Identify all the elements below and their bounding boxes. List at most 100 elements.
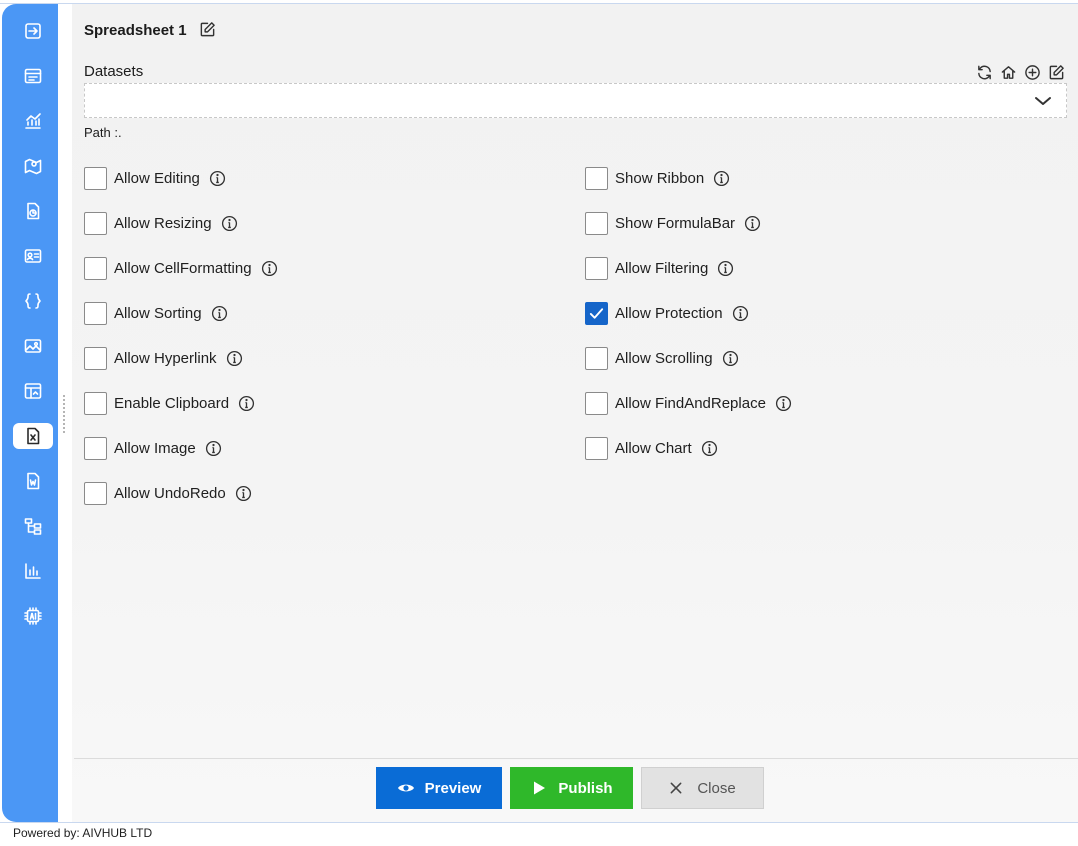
allow-chart-checkbox[interactable] — [585, 436, 608, 460]
allow-cellformatting-checkbox[interactable] — [84, 256, 107, 280]
image-icon[interactable] — [13, 333, 53, 359]
info-icon[interactable] — [744, 215, 761, 232]
info-icon[interactable] — [211, 305, 228, 322]
option-enable-clipboard: Enable Clipboard — [84, 390, 255, 416]
map-icon[interactable] — [13, 153, 53, 179]
allow-image-label[interactable]: Allow Image — [114, 440, 196, 457]
option-allow-scrolling: Allow Scrolling — [585, 345, 739, 371]
allow-sorting-checkbox[interactable] — [84, 301, 107, 325]
powered-by: Powered by: AIVHUB LTD — [13, 826, 153, 840]
footer-divider — [74, 758, 1078, 759]
close-label: Close — [697, 779, 736, 797]
panel-splitter[interactable] — [62, 393, 66, 433]
option-allow-sorting: Allow Sorting — [84, 300, 228, 326]
id-card-icon[interactable] — [13, 243, 53, 269]
main-panel: Spreadsheet 1 Datasets Path :. Allow Edi… — [72, 4, 1078, 822]
datasets-dropdown[interactable] — [84, 83, 1067, 118]
allow-resizing-checkbox[interactable] — [84, 211, 107, 235]
sign-in-icon[interactable] — [13, 18, 53, 44]
chevron-down-icon — [1034, 93, 1052, 109]
bar-chart-icon[interactable] — [13, 558, 53, 584]
info-icon[interactable] — [713, 170, 730, 187]
enable-clipboard-checkbox[interactable] — [84, 391, 107, 415]
option-allow-chart: Allow Chart — [585, 435, 718, 461]
info-icon[interactable] — [221, 215, 238, 232]
allow-sorting-label[interactable]: Allow Sorting — [114, 305, 202, 322]
option-allow-protection: Allow Protection — [585, 300, 749, 326]
allow-scrolling-checkbox[interactable] — [585, 346, 608, 370]
info-icon[interactable] — [261, 260, 278, 277]
show-formulabar-label[interactable]: Show FormulaBar — [615, 215, 735, 232]
datasets-label: Datasets — [84, 63, 144, 80]
allow-chart-label[interactable]: Allow Chart — [615, 440, 692, 457]
option-allow-editing: Allow Editing — [84, 165, 226, 191]
info-icon[interactable] — [209, 170, 226, 187]
braces-icon[interactable] — [13, 288, 53, 314]
sidebar — [2, 4, 58, 822]
show-formulabar-checkbox[interactable] — [585, 211, 608, 235]
add-circle-icon[interactable] — [1022, 62, 1042, 82]
allow-filtering-label[interactable]: Allow Filtering — [615, 260, 708, 277]
word-icon[interactable] — [13, 468, 53, 494]
option-show-formulabar: Show FormulaBar — [585, 210, 761, 236]
allow-protection-checkbox[interactable] — [585, 301, 608, 325]
allow-findandreplace-label[interactable]: Allow FindAndReplace — [615, 395, 766, 412]
eye-icon — [397, 784, 414, 792]
preview-button[interactable]: Preview — [376, 767, 502, 809]
datasets-toolbar — [974, 62, 1066, 82]
allow-editing-checkbox[interactable] — [84, 166, 107, 190]
info-icon[interactable] — [775, 395, 792, 412]
allow-hyperlink-checkbox[interactable] — [84, 346, 107, 370]
option-allow-image: Allow Image — [84, 435, 222, 461]
option-allow-filtering: Allow Filtering — [585, 255, 734, 281]
edit-title-icon[interactable] — [199, 21, 217, 39]
info-icon[interactable] — [732, 305, 749, 322]
preview-label: Preview — [424, 779, 482, 797]
option-allow-findandreplace: Allow FindAndReplace — [585, 390, 792, 416]
option-allow-hyperlink: Allow Hyperlink — [84, 345, 243, 371]
allow-undoredo-checkbox[interactable] — [84, 481, 107, 505]
play-icon — [534, 781, 546, 795]
home-icon[interactable] — [998, 62, 1018, 82]
allow-image-checkbox[interactable] — [84, 436, 107, 460]
chart-icon[interactable] — [13, 108, 53, 134]
info-icon[interactable] — [701, 440, 718, 457]
close-icon — [670, 782, 682, 794]
allow-cellformatting-label[interactable]: Allow CellFormatting — [114, 260, 252, 277]
excel-icon[interactable] — [13, 423, 53, 449]
allow-editing-label[interactable]: Allow Editing — [114, 170, 200, 187]
option-allow-cellformatting: Allow CellFormatting — [84, 255, 278, 281]
path-label: Path :. — [84, 125, 122, 140]
publish-label: Publish — [558, 779, 613, 797]
dashboard-icon[interactable] — [13, 378, 53, 404]
edit-dataset-icon[interactable] — [1046, 62, 1066, 82]
info-icon[interactable] — [238, 395, 255, 412]
allow-resizing-label[interactable]: Allow Resizing — [114, 215, 212, 232]
allow-hyperlink-label[interactable]: Allow Hyperlink — [114, 350, 217, 367]
option-allow-resizing: Allow Resizing — [84, 210, 238, 236]
document-chart-icon[interactable] — [13, 198, 53, 224]
close-button[interactable]: Close — [641, 767, 764, 809]
tree-icon[interactable] — [13, 513, 53, 539]
enable-clipboard-label[interactable]: Enable Clipboard — [114, 395, 229, 412]
allow-findandreplace-checkbox[interactable] — [585, 391, 608, 415]
publish-button[interactable]: Publish — [510, 767, 633, 809]
table-icon[interactable] — [13, 63, 53, 89]
ai-chip-icon[interactable] — [13, 603, 53, 629]
allow-undoredo-label[interactable]: Allow UndoRedo — [114, 485, 226, 502]
info-icon[interactable] — [717, 260, 734, 277]
allow-protection-label[interactable]: Allow Protection — [615, 305, 723, 322]
info-icon[interactable] — [722, 350, 739, 367]
show-ribbon-label[interactable]: Show Ribbon — [615, 170, 704, 187]
refresh-icon[interactable] — [974, 62, 994, 82]
option-allow-undoredo: Allow UndoRedo — [84, 480, 252, 506]
show-ribbon-checkbox[interactable] — [585, 166, 608, 190]
option-show-ribbon: Show Ribbon — [585, 165, 730, 191]
allow-filtering-checkbox[interactable] — [585, 256, 608, 280]
page-title: Spreadsheet 1 — [84, 22, 187, 39]
info-icon[interactable] — [226, 350, 243, 367]
allow-scrolling-label[interactable]: Allow Scrolling — [615, 350, 713, 367]
info-icon[interactable] — [205, 440, 222, 457]
bottom-border — [0, 822, 1078, 823]
info-icon[interactable] — [235, 485, 252, 502]
